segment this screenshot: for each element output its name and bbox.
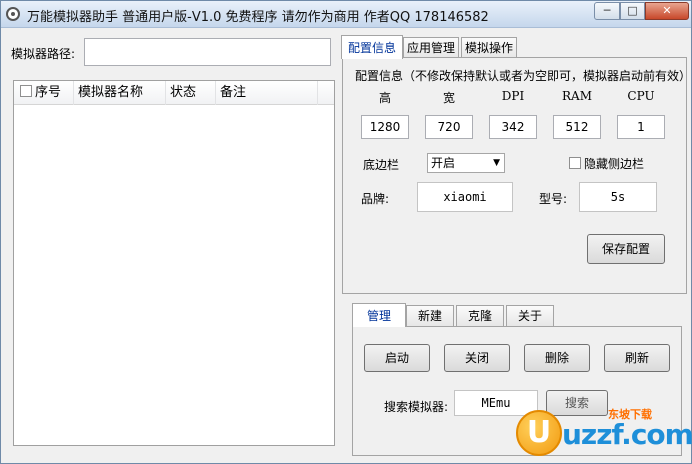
dpi-header: DPI (501, 89, 525, 103)
column-index[interactable]: 序号 (14, 81, 74, 105)
hide-sidebar-option[interactable]: 隐藏侧边栏 (569, 155, 644, 172)
cpu-input[interactable]: 1 (617, 115, 665, 139)
maximize-button[interactable]: □ (620, 2, 645, 20)
column-index-label: 序号 (35, 85, 62, 100)
refresh-button[interactable]: 刷新 (604, 344, 670, 372)
bottom-bar-value: 开启 (431, 156, 456, 170)
start-button[interactable]: 启动 (364, 344, 430, 372)
config-heading: 配置信息（不修改保持默认或者为空即可，模拟器启动前有效） (355, 69, 692, 83)
brand-input[interactable]: xiaomi (417, 182, 513, 212)
client-area: 模拟器路径: 序号 模拟器名称 状态 备注 配置信息 应用管理 模拟操作 配置信… (1, 28, 692, 463)
app-window: 万能模拟器助手 普通用户版-V1.0 免费程序 请勿作为商用 作者QQ 1781… (0, 0, 692, 464)
width-input[interactable]: 720 (425, 115, 473, 139)
save-config-button[interactable]: 保存配置 (587, 234, 665, 264)
height-header: 高 (378, 91, 391, 105)
watermark-logo: U uzzf.com 东坡下载 (516, 406, 692, 462)
tab-config-info[interactable]: 配置信息 (341, 35, 403, 59)
tab-manage[interactable]: 管理 (352, 303, 406, 327)
emulator-path-label: 模拟器路径: (11, 47, 76, 61)
model-label: 型号: (539, 192, 568, 206)
hide-sidebar-label: 隐藏侧边栏 (584, 157, 645, 171)
dpi-input[interactable]: 342 (489, 115, 537, 139)
brand-label: 品牌: (361, 192, 390, 206)
column-name[interactable]: 模拟器名称 (74, 81, 166, 105)
column-note[interactable]: 备注 (216, 81, 318, 105)
app-icon (6, 7, 20, 21)
tab-emulator-operations[interactable]: 模拟操作 (461, 37, 517, 58)
bottom-bar-label: 底边栏 (363, 158, 400, 172)
delete-button[interactable]: 删除 (524, 344, 590, 372)
tab-app-management[interactable]: 应用管理 (403, 37, 459, 58)
watermark-site: uzzf.com (562, 418, 692, 451)
model-input[interactable]: 5s (579, 182, 657, 212)
bottom-bar-select[interactable]: 开启 ▼ (427, 153, 505, 173)
tab-about[interactable]: 关于 (506, 305, 554, 326)
emulator-list[interactable]: 序号 模拟器名称 状态 备注 (13, 80, 335, 446)
close-window-button[interactable]: ✕ (645, 2, 689, 20)
minimize-button[interactable]: ─ (594, 2, 620, 20)
watermark-tagline: 东坡下载 (608, 408, 652, 421)
cpu-header: CPU (627, 89, 655, 103)
ram-input[interactable]: 512 (553, 115, 601, 139)
tab-new[interactable]: 新建 (406, 305, 454, 326)
width-header: 宽 (442, 91, 455, 105)
title-bar: 万能模拟器助手 普通用户版-V1.0 免费程序 请勿作为商用 作者QQ 1781… (1, 1, 691, 28)
search-emulator-label: 搜索模拟器: (384, 400, 449, 414)
select-all-checkbox[interactable] (20, 85, 32, 97)
close-button[interactable]: 关闭 (444, 344, 510, 372)
hide-sidebar-checkbox[interactable] (569, 157, 581, 169)
chevron-down-icon: ▼ (493, 158, 500, 168)
tab-clone[interactable]: 克隆 (456, 305, 504, 326)
config-panel: 配置信息（不修改保持默认或者为空即可，模拟器启动前有效） 高 宽 DPI RAM… (342, 57, 691, 294)
height-input[interactable]: 1280 (361, 115, 409, 139)
column-status[interactable]: 状态 (166, 81, 216, 105)
window-title: 万能模拟器助手 普通用户版-V1.0 免费程序 请勿作为商用 作者QQ 1781… (27, 10, 489, 25)
watermark-mark: U (516, 410, 562, 456)
emulator-path-input[interactable] (84, 38, 331, 66)
ram-header: RAM (562, 89, 592, 103)
list-header: 序号 模拟器名称 状态 备注 (14, 81, 334, 105)
